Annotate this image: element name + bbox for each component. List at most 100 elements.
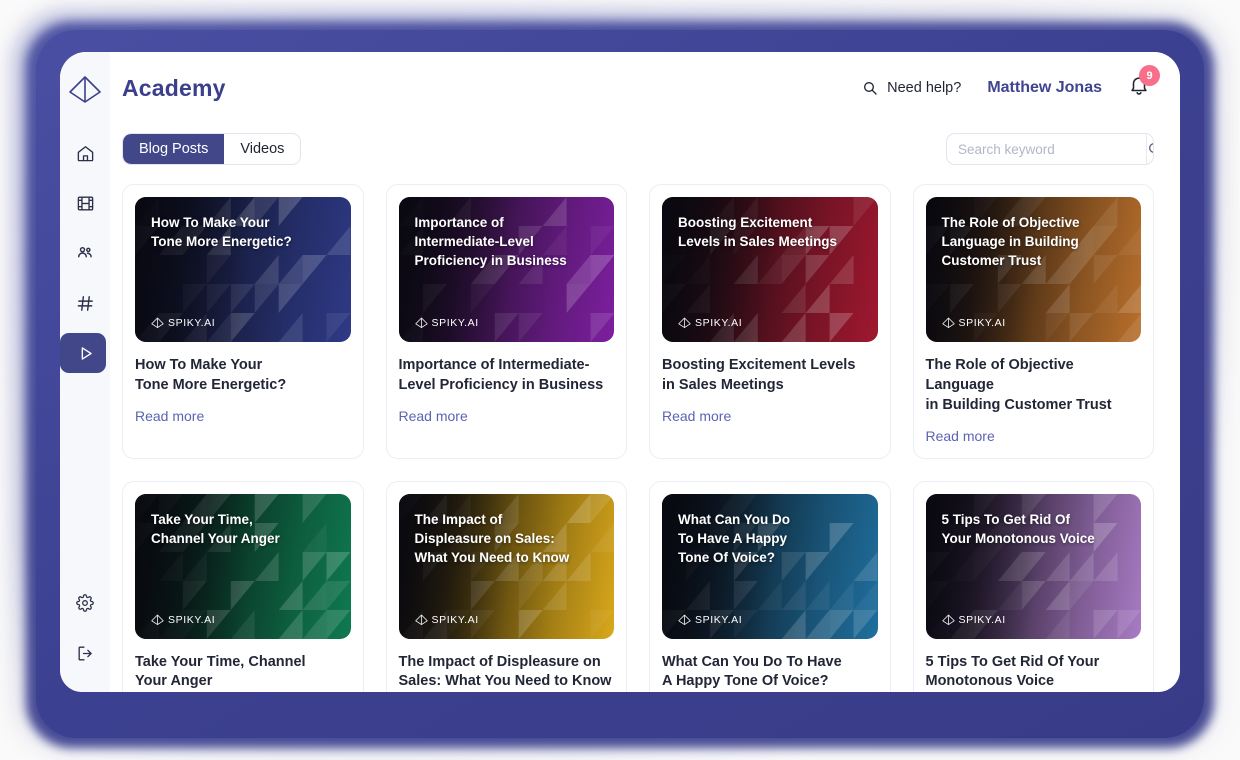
thumbnail-brand: SPIKY.AI [151,614,215,626]
spiky-diamond-logo-icon [941,614,955,625]
sidebar-item-channels[interactable] [60,278,110,328]
user-name[interactable]: Matthew Jonas [987,79,1102,97]
blog-post-grid: How To Make Your Tone More Energetic? SP… [110,174,1180,692]
blog-post-card[interactable]: How To Make Your Tone More Energetic? SP… [122,184,364,459]
spiky-diamond-logo-icon [151,317,164,328]
blog-post-card[interactable]: The Impact of Displeasure on Sales: What… [385,480,627,692]
search-icon [1149,143,1153,153]
sidebar-nav-list [60,128,110,378]
hash-icon [77,295,93,311]
post-thumbnail-title: The Impact of Displeasure on Sales: What… [414,511,570,565]
tab-videos[interactable]: Videos [224,134,301,164]
post-title: The Role of Objective Language in Buildi… [925,357,1112,413]
sidebar-item-settings[interactable] [60,578,110,628]
post-thumbnail: The Impact of Displeasure on Sales: What… [398,493,614,639]
post-thumbnail-title: How To Make Your Tone More Energetic? [151,215,292,250]
logout-icon [77,645,92,661]
blog-post-card[interactable]: What Can You Do To Have A Happy Tone Of … [649,480,891,692]
search-icon [864,82,877,95]
brand-label: SPIKY.AI [431,317,479,329]
sidebar-item-logout[interactable] [60,628,110,678]
spiky-diamond-logo-icon [678,317,691,328]
post-thumbnail-title: What Can You Do To Have A Happy Tone Of … [678,511,790,565]
post-title: Take Your Time, Channel Your Anger [135,653,306,690]
top-bar: Academy Need help? Matthew Jonas 9 [110,52,1180,124]
thumbnail-brand: SPIKY.AI [941,317,1006,329]
main-content: Academy Need help? Matthew Jonas 9 Blog … [110,52,1180,692]
sidebar-item-people[interactable] [60,228,110,278]
blog-post-card[interactable]: Importance of Intermediate-Level Profici… [385,184,627,459]
content-type-tabs: Blog Posts Videos [122,133,302,165]
spiky-diamond-logo-icon [69,76,101,103]
post-title: Importance of Intermediate- Level Profic… [398,357,604,393]
post-thumbnail: 5 Tips To Get Rid Of Your Monotonous Voi… [925,493,1141,639]
blog-post-card[interactable]: 5 Tips To Get Rid Of Your Monotonous Voi… [912,480,1154,692]
decorative-frame: Academy Need help? Matthew Jonas 9 Blog … [0,0,1240,760]
post-title: How To Make Your Tone More Energetic? [135,357,287,393]
post-thumbnail: The Role of Objective Language in Buildi… [925,197,1141,342]
spiky-diamond-logo-icon [678,614,691,625]
thumbnail-brand: SPIKY.AI [678,614,742,626]
home-icon [77,145,93,161]
sub-bar: Blog Posts Videos [110,124,1180,174]
thumbnail-brand: SPIKY.AI [414,613,479,626]
post-title: The Impact of Displeasure on Sales: What… [398,653,612,690]
need-help-button[interactable]: Need help? [862,80,961,96]
post-thumbnail: Importance of Intermediate-Level Profici… [398,197,614,342]
post-thumbnail-title: The Role of Objective Language in Buildi… [941,215,1080,269]
thumbnail-brand: SPIKY.AI [941,613,1006,626]
app-logo[interactable] [60,66,110,114]
read-more-link[interactable]: Read more [926,428,1142,444]
post-thumbnail: Boosting Excitement Levels in Sales Meet… [662,197,878,342]
read-more-link[interactable]: Read more [662,408,878,424]
thumbnail-brand: SPIKY.AI [151,317,215,329]
brand-label: SPIKY.AI [168,317,216,329]
people-icon [78,246,92,258]
thumbnail-brand: SPIKY.AI [678,317,742,329]
post-thumbnail-title: Boosting Excitement Levels in Sales Meet… [678,215,838,250]
app-window: Academy Need help? Matthew Jonas 9 Blog … [60,52,1180,692]
top-bar-actions: Need help? Matthew Jonas 9 [862,65,1160,103]
spiky-diamond-logo-icon [151,614,164,625]
post-thumbnail-title: Take Your Time, Channel Your Anger [151,511,280,546]
notification-badge: 9 [1139,65,1160,86]
need-help-label: Need help? [887,80,962,96]
spiky-diamond-logo-icon [414,317,428,328]
page-title: Academy [122,74,226,101]
blog-post-card[interactable]: The Role of Objective Language in Buildi… [912,184,1154,459]
post-title: 5 Tips To Get Rid Of Your Monotonous Voi… [925,653,1100,690]
sidebar-item-home[interactable] [60,128,110,178]
brand-label: SPIKY.AI [168,613,216,626]
spiky-diamond-logo-icon [941,317,955,328]
thumbnail-brand: SPIKY.AI [414,317,479,329]
brand-label: SPIKY.AI [958,613,1006,626]
read-more-link[interactable]: Read more [399,408,615,424]
search-submit-button[interactable] [1146,134,1153,164]
brand-label: SPIKY.AI [958,317,1006,329]
blog-post-card[interactable]: Boosting Excitement Levels in Sales Meet… [649,184,891,459]
sidebar-item-videos[interactable] [60,178,110,228]
brand-label: SPIKY.AI [695,317,743,329]
read-more-link[interactable]: Read more [135,408,351,424]
post-thumbnail-title: Importance of Intermediate-Level Profici… [414,215,567,269]
sidebar [60,52,110,692]
sidebar-item-academy[interactable] [60,328,110,378]
tab-blog-posts[interactable]: Blog Posts [123,134,225,164]
post-title: Boosting Excitement Levels in Sales Meet… [662,357,856,393]
blog-post-card[interactable]: Take Your Time, Channel Your Anger SPIKY… [122,480,364,692]
spiky-diamond-logo-icon [414,614,428,625]
post-thumbnail-title: 5 Tips To Get Rid Of Your Monotonous Voi… [941,511,1095,546]
brand-label: SPIKY.AI [431,613,479,626]
film-icon [77,195,93,211]
gear-icon [76,594,94,612]
post-title: What Can You Do To Have A Happy Tone Of … [662,653,842,690]
search-input[interactable] [947,134,1146,164]
notifications-button[interactable]: 9 [1128,65,1160,103]
brand-label: SPIKY.AI [695,613,743,626]
play-icon [81,346,92,360]
post-thumbnail: Take Your Time, Channel Your Anger SPIKY… [135,493,351,639]
search-box [946,133,1154,165]
post-thumbnail: What Can You Do To Have A Happy Tone Of … [662,493,878,639]
sidebar-bottom-nav [60,578,110,678]
post-thumbnail: How To Make Your Tone More Energetic? SP… [135,197,351,342]
